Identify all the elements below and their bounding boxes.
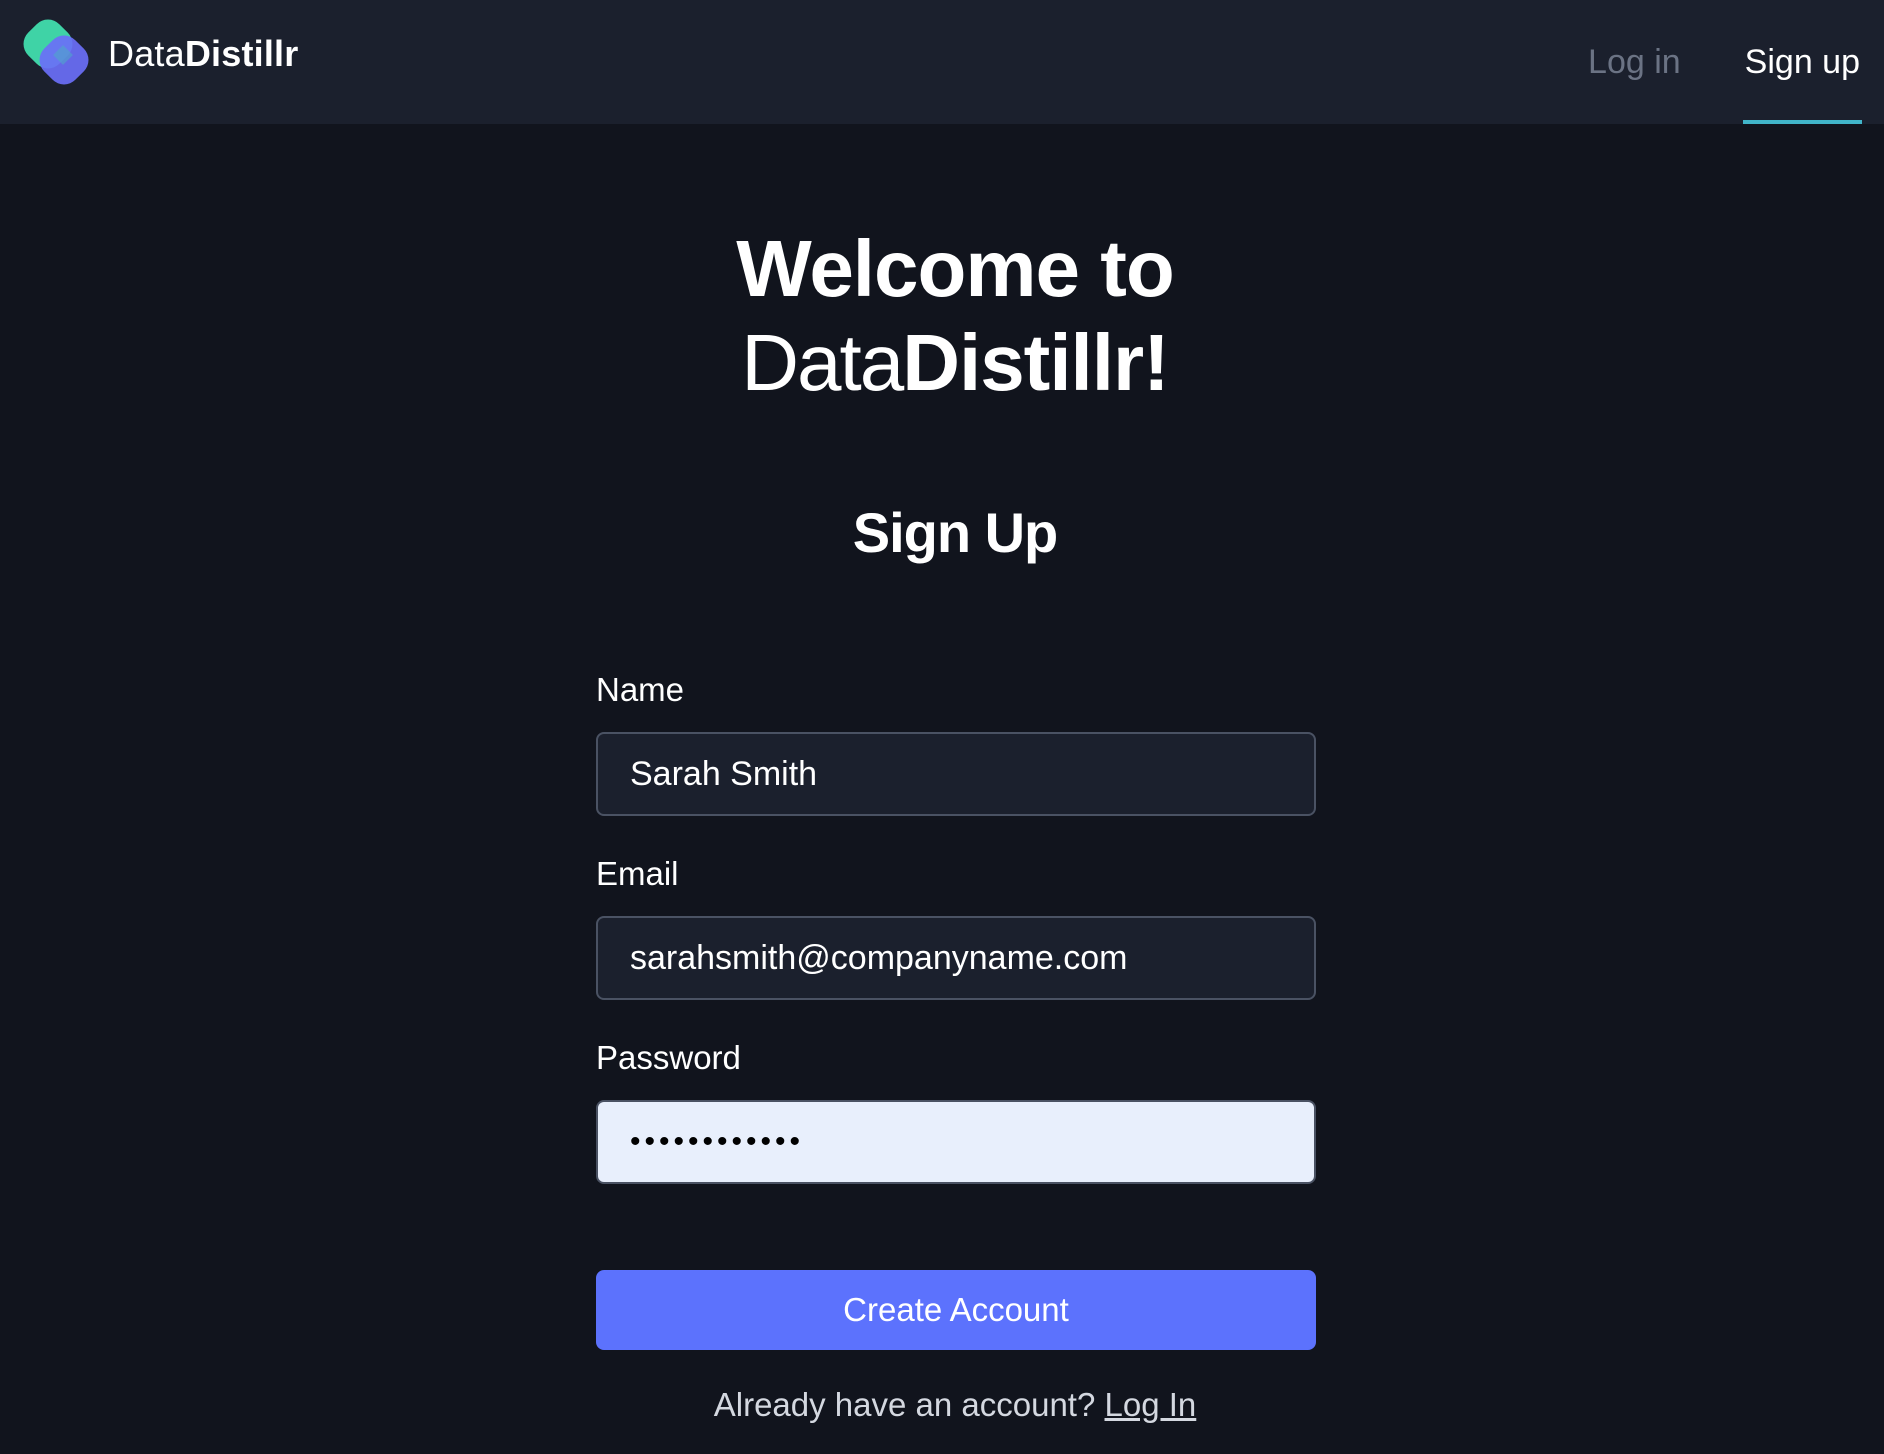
welcome-heading: Welcome to DataDistillr! [0,222,1884,410]
nav-login-link[interactable]: Log in [1586,0,1683,124]
nav-links: Log in Sign up [1586,0,1862,124]
welcome-brand-light: Data [741,318,904,407]
create-account-button[interactable]: Create Account [596,1270,1316,1350]
signup-form-title: Sign Up [852,501,1059,564]
top-navbar: DataDistillr Log in Sign up [0,0,1884,124]
password-input[interactable] [596,1100,1316,1184]
brand-logo-link[interactable]: DataDistillr [20,18,298,90]
logo-icon [20,18,94,90]
brand-name: DataDistillr [108,33,298,75]
name-field-group: Name [596,670,1316,816]
login-prompt-text: Already have an account? [713,1386,1096,1423]
welcome-brand-bold: Distillr! [902,318,1170,407]
name-label: Name [596,671,685,708]
login-prompt: Already have an account? Log In [0,1386,1884,1424]
active-tab-indicator [1742,120,1862,124]
brand-name-light: Data [108,33,185,74]
signup-form: Name Email Password [596,670,1316,1184]
welcome-line2: DataDistillr! [0,316,1884,410]
password-label: Password [596,1039,741,1076]
brand-name-bold: Distillr [184,33,299,74]
name-input[interactable] [596,732,1316,816]
email-field-group: Email [596,854,1316,1000]
password-field-group: Password [596,1038,1316,1184]
nav-signup-tab[interactable]: Sign up [1742,0,1862,124]
email-input[interactable] [596,916,1316,1000]
welcome-line1: Welcome to [736,224,1175,313]
email-label: Email [596,855,679,892]
nav-signup-label: Sign up [1744,42,1860,81]
login-link[interactable]: Log In [1105,1386,1197,1423]
